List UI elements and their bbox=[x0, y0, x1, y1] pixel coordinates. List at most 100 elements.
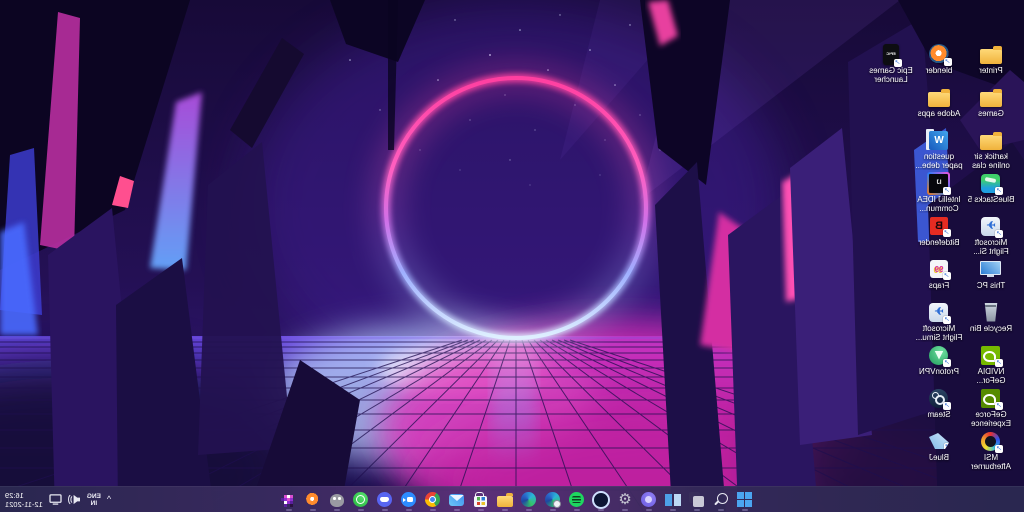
language-code: ENG bbox=[87, 493, 101, 500]
folder-icon bbox=[980, 135, 1002, 150]
mail-button[interactable] bbox=[446, 488, 468, 512]
settings-button[interactable]: ⚙ bbox=[614, 488, 636, 512]
desktop-icon-question-paper[interactable]: W question paper debe... bbox=[914, 128, 964, 171]
volume-icon bbox=[68, 494, 81, 505]
icon-label: blender bbox=[914, 67, 964, 76]
gimp-icon bbox=[330, 494, 344, 507]
desktop-icon-msi-afterburner[interactable]: ↗ MSI Afterburner bbox=[966, 429, 1016, 472]
language-indicator[interactable]: ENG IN bbox=[87, 493, 101, 507]
icon-label: Fraps bbox=[914, 282, 964, 291]
discord-button[interactable] bbox=[374, 488, 396, 512]
network-icon bbox=[49, 494, 62, 505]
language-region: IN bbox=[91, 500, 98, 507]
shortcut-arrow-badge: ↗ bbox=[996, 445, 1004, 453]
taskbar: ⚙ ^ ENG IN bbox=[0, 486, 1024, 512]
desktop-icon-microsoft-flight-simulator[interactable]: ✈↗ Microsoft Flight Simu... bbox=[914, 300, 964, 343]
icon-label: Microsoft Flight Simu... bbox=[914, 325, 964, 342]
gimp-button[interactable] bbox=[326, 488, 348, 512]
task-view-button[interactable] bbox=[662, 488, 684, 512]
file-explorer-button[interactable] bbox=[494, 488, 516, 512]
shortcut-arrow-badge: ↗ bbox=[944, 187, 952, 195]
desktop-icon-recycle-bin[interactable]: Recycle Bin bbox=[966, 300, 1016, 343]
pixel-game-button[interactable] bbox=[278, 488, 300, 512]
desktop-icon-intellij-idea[interactable]: IJ↗ IntelliJ IDEA Commun... bbox=[914, 171, 964, 214]
zoom-icon bbox=[402, 492, 417, 507]
icon-label: ProtonVPN bbox=[914, 368, 964, 377]
desktop-screen: Printer Games kartick sir online clas ↗ … bbox=[0, 0, 1024, 512]
desktop-icon-kartick-sir-online-class[interactable]: kartick sir online clas bbox=[966, 128, 1016, 171]
idea-glyph: IJ bbox=[937, 180, 942, 186]
desktop-icon-blender[interactable]: ↗ blender bbox=[914, 42, 964, 85]
shortcut-arrow-badge: ↗ bbox=[944, 443, 952, 451]
desktop-icon-adobe-apps[interactable]: Adobe apps bbox=[914, 85, 964, 128]
icon-label: BlueJ bbox=[914, 454, 964, 463]
window-stack-button[interactable] bbox=[686, 488, 708, 512]
chat-icon bbox=[642, 492, 657, 507]
desktop-icon-printer[interactable]: Printer bbox=[966, 42, 1016, 85]
icon-label: Bitdefender bbox=[914, 239, 964, 248]
whatsapp-button[interactable] bbox=[350, 488, 372, 512]
icon-label: Adobe apps bbox=[914, 110, 964, 119]
shortcut-arrow-badge: ↗ bbox=[943, 272, 951, 280]
edge-badged-button[interactable] bbox=[542, 488, 564, 512]
hidden-icons-chevron[interactable]: ^ bbox=[107, 495, 111, 504]
icon-label: NVIDIA GeFor... bbox=[966, 368, 1016, 385]
shortcut-arrow-badge: ↗ bbox=[944, 316, 952, 324]
icon-label: MSI Afterburner bbox=[966, 454, 1016, 471]
network-button[interactable] bbox=[49, 494, 62, 505]
shortcut-arrow-badge: ↗ bbox=[943, 229, 951, 237]
desktop-icon-bitdefender[interactable]: B↗ Bitdefender bbox=[914, 214, 964, 257]
bitdefender-icon: B↗ bbox=[930, 217, 948, 235]
whatsapp-icon bbox=[354, 492, 369, 507]
shortcut-arrow-badge: ↗ bbox=[944, 359, 952, 367]
intellij-idea-icon: IJ↗ bbox=[928, 172, 951, 195]
start-button[interactable] bbox=[734, 488, 756, 512]
edge-badged-icon bbox=[546, 492, 561, 507]
desktop-icon-steam[interactable]: ↗ Steam bbox=[914, 386, 964, 429]
icon-label: Recycle Bin bbox=[966, 325, 1016, 334]
fraps-glyph: 99 bbox=[935, 265, 944, 274]
taskbar-clock[interactable]: 16:29 12-11-2021 bbox=[5, 491, 43, 509]
desktop-icon-microsoft-flight-si[interactable]: ✈↗ Microsoft Flight Si... bbox=[966, 214, 1016, 257]
geforce-experience-icon: ↗ bbox=[982, 389, 1001, 408]
desktop-icon-epic-games-launcher[interactable]: EPIC↗ Epic Games Launcher bbox=[866, 42, 916, 85]
plane-glyph: ✈ bbox=[986, 221, 995, 232]
desktop-column-3: EPIC↗ Epic Games Launcher bbox=[866, 42, 916, 85]
bluestacks-icon: ↗ bbox=[982, 174, 1001, 193]
window-stack-icon bbox=[693, 496, 704, 507]
shortcut-arrow-badge: ↗ bbox=[996, 402, 1004, 410]
desktop-icon-fraps[interactable]: 99↗ Fraps bbox=[914, 257, 964, 300]
zoom-button[interactable] bbox=[398, 488, 420, 512]
ring-app-button[interactable] bbox=[590, 488, 612, 512]
flight-simulator-icon: ✈↗ bbox=[930, 303, 949, 322]
desktop-column-1: Printer Games kartick sir online clas ↗ … bbox=[966, 42, 1016, 472]
word-document-icon: W bbox=[930, 131, 949, 150]
discord-icon bbox=[378, 492, 393, 507]
word-glyph: W bbox=[934, 135, 943, 146]
desktop-column-2: ↗ blender Adobe apps W question paper de… bbox=[914, 42, 964, 472]
search-button[interactable] bbox=[710, 488, 732, 512]
desktop-icon-bluestacks-5[interactable]: ↗ BlueStacks 5 bbox=[966, 171, 1016, 214]
volume-button[interactable] bbox=[68, 494, 81, 505]
icon-label: IntelliJ IDEA Commun... bbox=[914, 196, 964, 213]
desktop-icon-this-pc[interactable]: This PC bbox=[966, 257, 1016, 300]
shortcut-arrow-badge: ↗ bbox=[996, 187, 1004, 195]
shortcut-arrow-badge: ↗ bbox=[996, 230, 1004, 238]
desktop-icon-bluej[interactable]: ↗ BlueJ bbox=[914, 429, 964, 472]
chrome-button[interactable] bbox=[422, 488, 444, 512]
spotify-button[interactable] bbox=[566, 488, 588, 512]
chat-button[interactable] bbox=[638, 488, 660, 512]
desktop-icon-games[interactable]: Games bbox=[966, 85, 1016, 128]
icon-label: GeForce Experience bbox=[966, 411, 1016, 428]
edge-button[interactable] bbox=[518, 488, 540, 512]
desktop-icon-geforce-experience[interactable]: ↗ GeForce Experience bbox=[966, 386, 1016, 429]
microsoft-store-icon bbox=[475, 496, 488, 507]
epic-glyph: EPIC bbox=[886, 52, 895, 56]
icon-label: Steam bbox=[914, 411, 964, 420]
ring-app-icon bbox=[592, 491, 610, 509]
microsoft-store-button[interactable] bbox=[470, 488, 492, 512]
desktop-icon-protonvpn[interactable]: ↗ ProtonVPN bbox=[914, 343, 964, 386]
edge-icon bbox=[522, 492, 537, 507]
blender-button[interactable] bbox=[302, 488, 324, 512]
desktop-icon-nvidia-geforce[interactable]: ↗ NVIDIA GeFor... bbox=[966, 343, 1016, 386]
